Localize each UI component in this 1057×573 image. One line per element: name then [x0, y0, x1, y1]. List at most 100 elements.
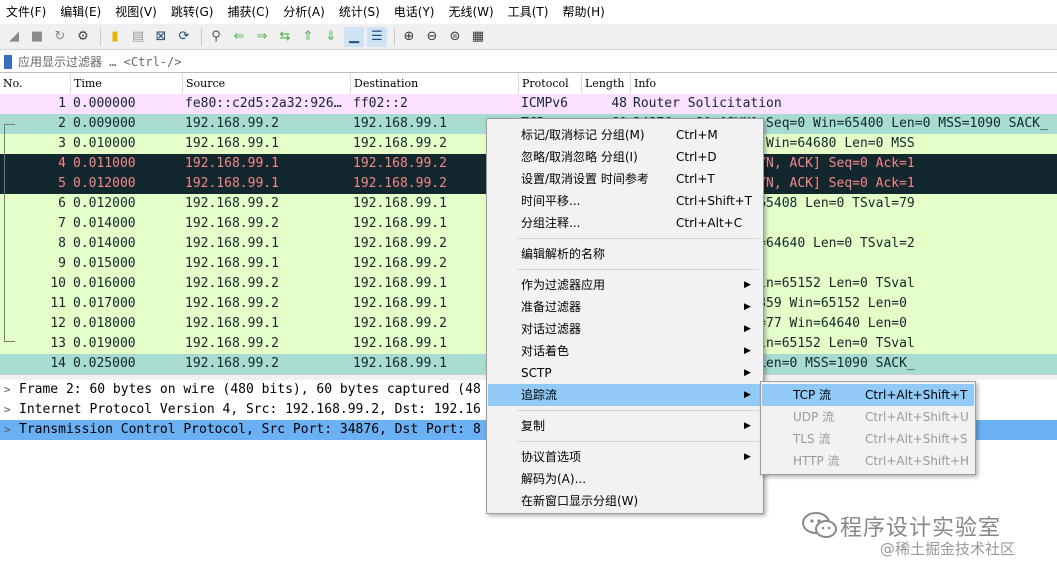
submenu-arrow-icon: ▶	[744, 421, 751, 431]
column-header-info[interactable]: Info	[630, 74, 1054, 94]
packet-time: 0.000000	[73, 96, 136, 111]
packet-time: 0.015000	[73, 256, 136, 271]
ctx-follow-stream[interactable]: 追踪流 ▶	[488, 384, 762, 406]
packet-destination: 192.168.99.1	[353, 276, 447, 291]
go-forward-icon[interactable]: ⇒	[252, 27, 272, 47]
packet-destination: ff02::2	[353, 96, 408, 111]
go-to-packet-icon[interactable]: ⇆	[275, 27, 295, 47]
ctx-separator	[517, 269, 759, 270]
packet-destination: 192.168.99.2	[353, 256, 447, 271]
detail-tree-label: Frame 2: 60 bytes on wire (480 bits), 60…	[19, 382, 481, 397]
column-header-length[interactable]: Length	[581, 74, 630, 94]
ctx-edit-resolved-name[interactable]: 编辑解析的名称	[488, 243, 762, 265]
bookmark-icon[interactable]	[4, 54, 12, 69]
ctx-colorize-conversation[interactable]: 对话着色 ▶	[488, 340, 762, 362]
follow-tcp-stream[interactable]: TCP 流 Ctrl+Alt+Shift+T	[762, 384, 974, 406]
ctx-time-shift[interactable]: 时间平移... Ctrl+Shift+T	[488, 190, 762, 212]
display-filter-input[interactable]: 应用显示过滤器 … <Ctrl-/>	[18, 53, 1057, 70]
main-toolbar: ◢ ■ ↻ ⚙ ▮ ▤ ⊠ ⟳ ⚲ ⇐ ⇒ ⇆ ⇑ ⇓ ▁ ☰ ⊕ ⊖ ⊜ ▦	[0, 24, 1057, 50]
column-header-no[interactable]: No.	[0, 74, 71, 94]
reload-file-icon[interactable]: ⟳	[174, 27, 194, 47]
colorize-icon[interactable]: ☰	[367, 26, 387, 47]
packet-time: 0.018000	[73, 316, 136, 331]
ctx-prepare-filter[interactable]: 准备过滤器 ▶	[488, 296, 762, 318]
packet-source: 192.168.99.2	[185, 216, 279, 231]
packet-destination: 192.168.99.2	[353, 156, 447, 171]
follow-tls-stream[interactable]: TLS 流 Ctrl+Alt+Shift+S	[762, 428, 974, 450]
close-file-icon[interactable]: ⊠	[151, 27, 171, 47]
packet-source: 192.168.99.2	[185, 336, 279, 351]
packet-row[interactable]: 1 0.000000 fe80::c2d5:2a32:926… ff02::2 ICMP…	[0, 94, 1057, 114]
menu-go[interactable]: 跳转(G)	[165, 0, 222, 24]
submenu-arrow-icon: ▶	[744, 390, 751, 400]
go-first-icon[interactable]: ⇑	[298, 27, 318, 47]
packet-source: 192.168.99.1	[185, 236, 279, 251]
packet-source: 192.168.99.1	[185, 176, 279, 191]
zoom-out-icon[interactable]: ⊖	[422, 27, 442, 47]
ctx-ignore-packet[interactable]: 忽略/取消忽略 分组(I) Ctrl+D	[488, 146, 762, 168]
packet-destination: 192.168.99.2	[353, 316, 447, 331]
ctx-separator	[517, 238, 759, 239]
go-last-icon[interactable]: ⇓	[321, 27, 341, 47]
autoscroll-icon[interactable]: ▁	[344, 26, 364, 47]
menu-telephony[interactable]: 电话(Y)	[388, 0, 443, 24]
watermark: 程序设计实验室 @稀土掘金技术社区	[800, 508, 1050, 568]
capture-options-icon[interactable]: ⚙	[73, 27, 93, 47]
submenu-arrow-icon: ▶	[744, 280, 751, 290]
packet-time: 0.012000	[73, 176, 136, 191]
packet-length: 48	[611, 96, 627, 111]
ctx-time-reference[interactable]: 设置/取消设置 时间参考 Ctrl+T	[488, 168, 762, 190]
menu-analyze[interactable]: 分析(A)	[277, 0, 333, 24]
zoom-normal-icon[interactable]: ⊜	[445, 27, 465, 47]
ctx-packet-comment[interactable]: 分组注释... Ctrl+Alt+C	[488, 212, 762, 234]
submenu-arrow-icon: ▶	[744, 452, 751, 462]
ctx-show-in-new-window[interactable]: 在新窗口显示分组(W)	[488, 490, 762, 512]
save-file-icon[interactable]: ▤	[128, 27, 148, 47]
ctx-mark-packet[interactable]: 标记/取消标记 分组(M) Ctrl+M	[488, 124, 762, 146]
ctx-sctp[interactable]: SCTP ▶	[488, 362, 762, 384]
menu-wireless[interactable]: 无线(W)	[443, 0, 502, 24]
expand-chevron-icon[interactable]: >	[4, 420, 11, 440]
ctx-protocol-preferences[interactable]: 协议首选项 ▶	[488, 446, 762, 468]
packet-time: 0.025000	[73, 356, 136, 371]
column-header-destination[interactable]: Destination	[350, 74, 519, 94]
ctx-decode-as[interactable]: 解码为(A)...	[488, 468, 762, 490]
packet-info: Router Solicitation	[633, 96, 782, 111]
column-header-time[interactable]: Time	[70, 74, 184, 94]
go-back-icon[interactable]: ⇐	[229, 27, 249, 47]
packet-source: 192.168.99.2	[185, 196, 279, 211]
open-file-icon[interactable]: ▮	[105, 27, 125, 47]
follow-udp-stream[interactable]: UDP 流 Ctrl+Alt+Shift+U	[762, 406, 974, 428]
packet-time: 0.014000	[73, 216, 136, 231]
menu-edit[interactable]: 编辑(E)	[54, 0, 109, 24]
column-header-protocol[interactable]: Protocol	[518, 74, 582, 94]
expand-chevron-icon[interactable]: >	[4, 380, 11, 400]
packet-destination: 192.168.99.2	[353, 236, 447, 251]
menu-capture[interactable]: 捕获(C)	[221, 0, 277, 24]
stop-capture-icon[interactable]: ■	[27, 27, 47, 47]
restart-capture-icon[interactable]: ↻	[50, 27, 70, 47]
zoom-in-icon[interactable]: ⊕	[399, 27, 419, 47]
packet-source: 192.168.99.2	[185, 296, 279, 311]
ctx-copy[interactable]: 复制 ▶	[488, 415, 762, 437]
packet-destination: 192.168.99.1	[353, 296, 447, 311]
packet-source: 192.168.99.1	[185, 256, 279, 271]
ctx-apply-as-filter[interactable]: 作为过滤器应用 ▶	[488, 274, 762, 296]
menu-tools[interactable]: 工具(T)	[502, 0, 557, 24]
shark-fin-start-icon[interactable]: ◢	[4, 27, 24, 47]
packet-source: 192.168.99.1	[185, 156, 279, 171]
expand-chevron-icon[interactable]: >	[4, 400, 11, 420]
packet-destination: 192.168.99.1	[353, 196, 447, 211]
menu-help[interactable]: 帮助(H)	[556, 0, 612, 24]
menu-statistics[interactable]: 统计(S)	[333, 0, 388, 24]
menu-view[interactable]: 视图(V)	[109, 0, 165, 24]
follow-http-stream[interactable]: HTTP 流 Ctrl+Alt+Shift+H	[762, 450, 974, 472]
ctx-conversation-filter[interactable]: 对话过滤器 ▶	[488, 318, 762, 340]
find-packet-icon[interactable]: ⚲	[206, 27, 226, 47]
menu-file[interactable]: 文件(F)	[0, 0, 54, 24]
packet-time: 0.009000	[73, 116, 136, 131]
resize-columns-icon[interactable]: ▦	[468, 27, 488, 47]
packet-time: 0.019000	[73, 336, 136, 351]
detail-tree-label: Transmission Control Protocol, Src Port:…	[19, 422, 481, 437]
column-header-source[interactable]: Source	[182, 74, 351, 94]
